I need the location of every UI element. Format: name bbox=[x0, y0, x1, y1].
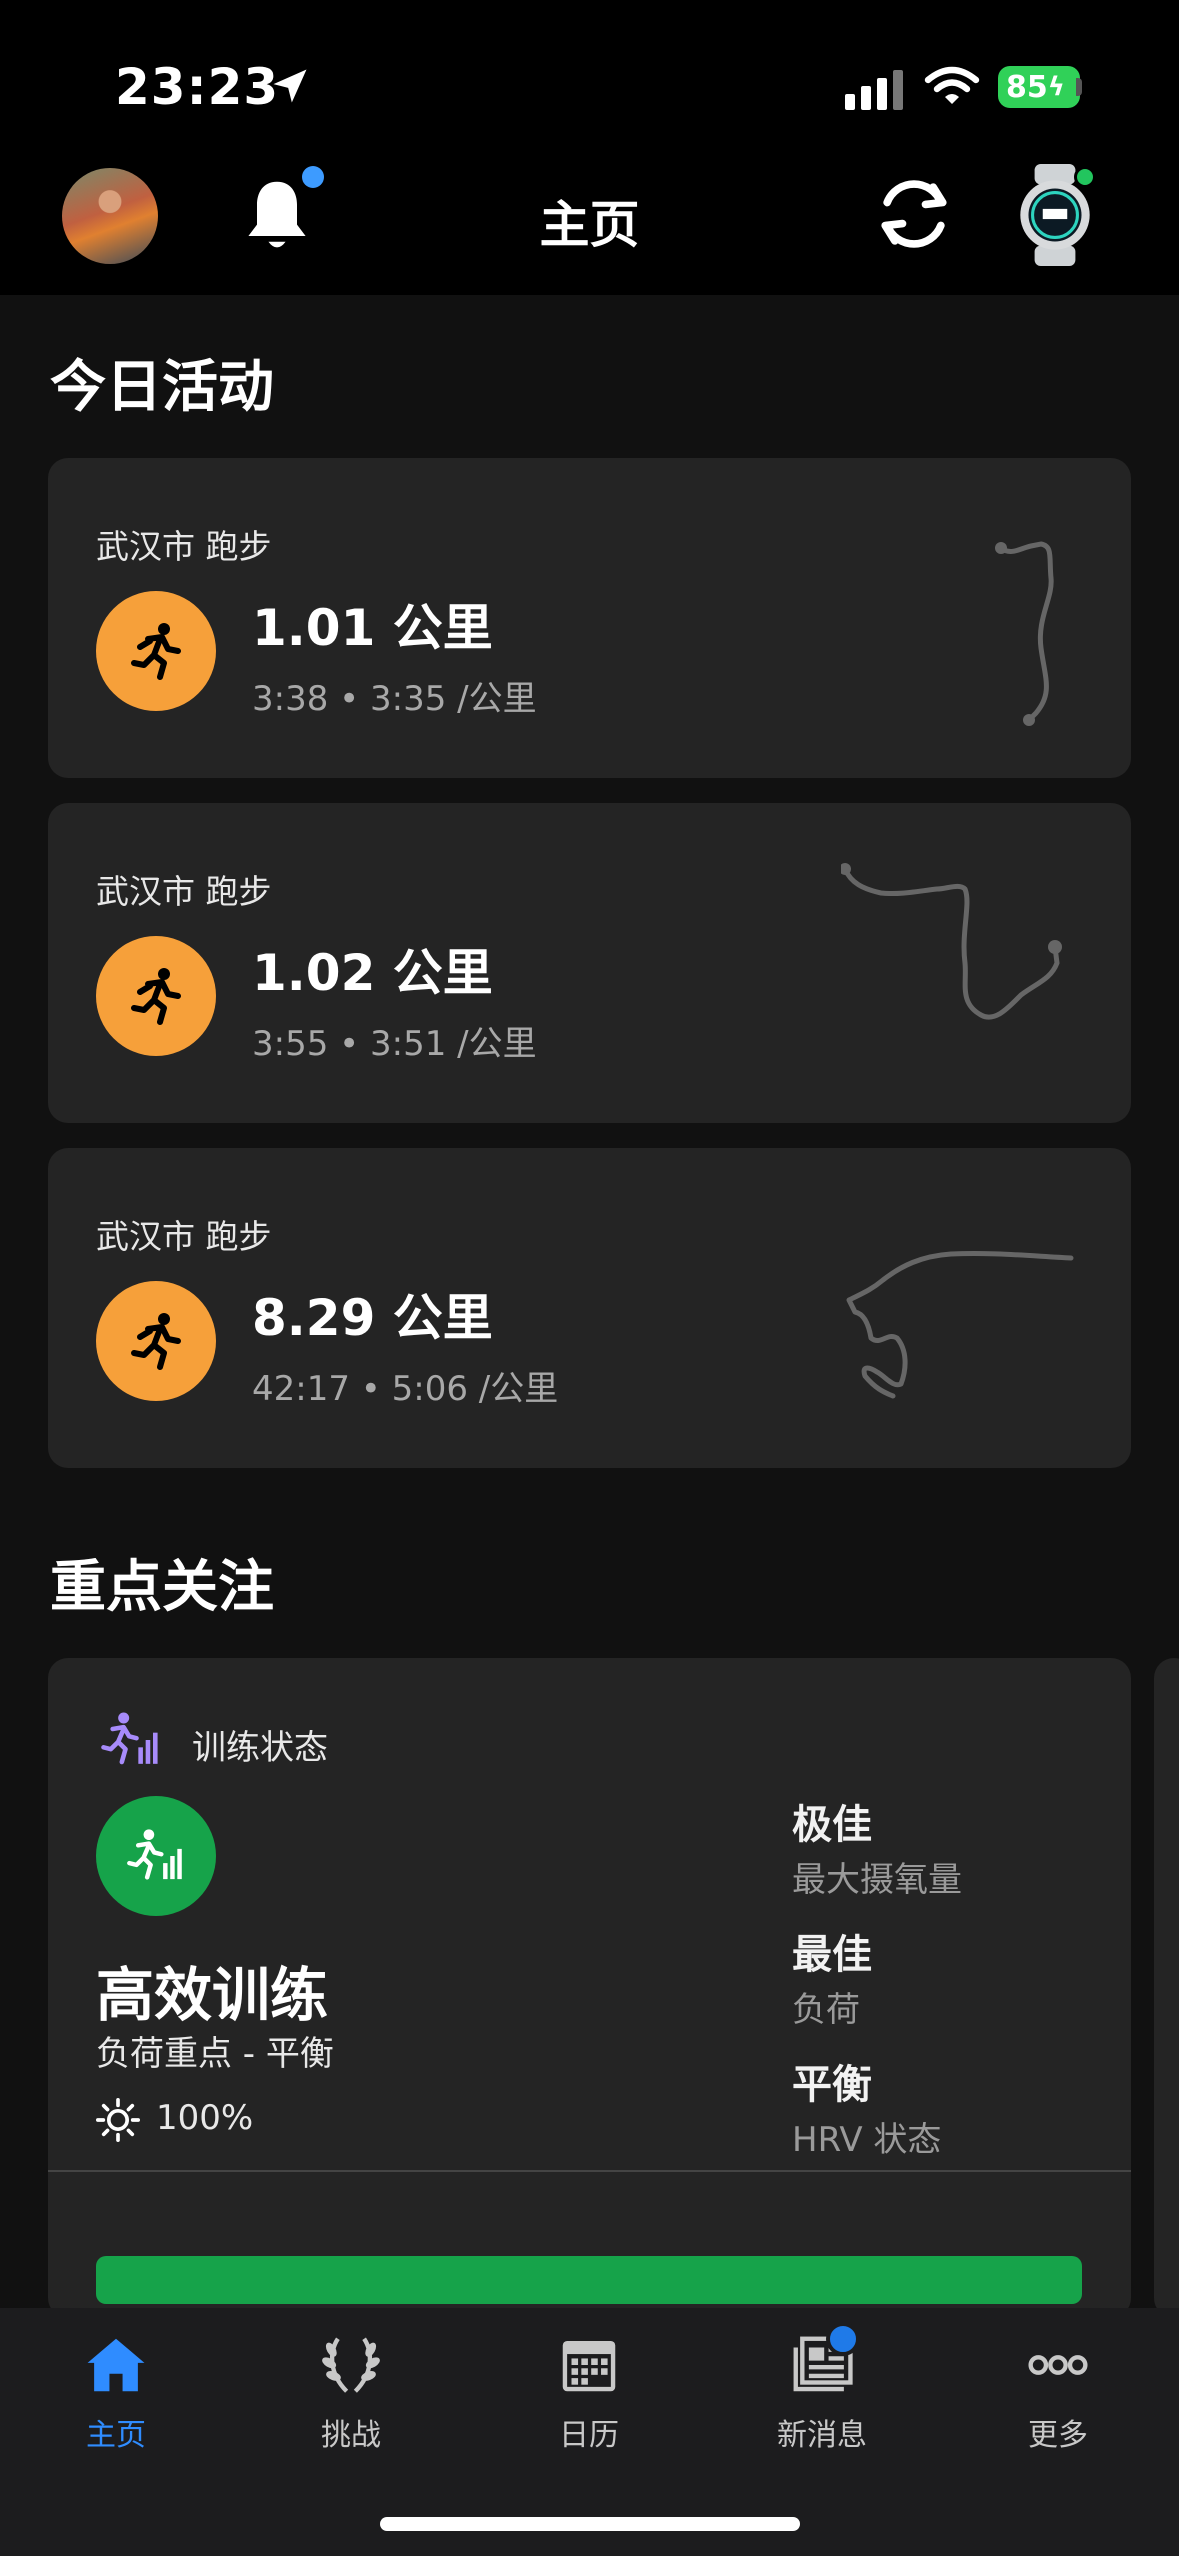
running-icon bbox=[96, 591, 216, 711]
activity-stats: 3:38 • 3:35 /公里 bbox=[252, 679, 537, 719]
card-divider bbox=[48, 2170, 1131, 2172]
next-card-peek[interactable] bbox=[1154, 1658, 1179, 2318]
training-status-icon bbox=[101, 1712, 158, 1765]
today-section-title: 今日活动 bbox=[50, 355, 274, 420]
activity-location: 武汉市 跑步 bbox=[96, 872, 272, 911]
activity-location: 武汉市 跑步 bbox=[96, 1217, 272, 1256]
metric-value: 平衡 bbox=[792, 2062, 872, 2108]
laurel-icon bbox=[322, 2337, 380, 2393]
sun-icon bbox=[96, 2098, 140, 2142]
tab-calendar[interactable]: 日历 bbox=[499, 2330, 679, 2454]
location-arrow-icon bbox=[273, 69, 307, 103]
metric-value: 极佳 bbox=[792, 1802, 872, 1848]
tab-label: 更多 bbox=[1028, 2418, 1088, 2453]
tab-challenges[interactable]: 挑战 bbox=[261, 2330, 441, 2454]
tab-label: 挑战 bbox=[321, 2418, 381, 2453]
tab-label: 日历 bbox=[559, 2418, 619, 2453]
home-icon bbox=[87, 2338, 145, 2392]
metric-label: 负荷 bbox=[792, 1990, 860, 2030]
route-map-thumbnail bbox=[846, 1250, 1074, 1399]
activity-card[interactable]: 武汉市 跑步 1.02 公里 3:55 • 3:51 /公里 bbox=[48, 803, 1131, 1123]
activity-stats: 3:55 • 3:51 /公里 bbox=[252, 1024, 537, 1064]
metric-hrv: 平衡 HRV 状态 bbox=[792, 2052, 941, 2161]
activity-distance: 1.02 公里 bbox=[252, 944, 493, 1002]
tab-more[interactable]: 更多 bbox=[968, 2330, 1148, 2454]
training-status-value: 高效训练 bbox=[96, 1961, 329, 2029]
training-status-card[interactable]: 训练状态 高效训练 负荷重点 - 平衡 100% 极佳 最大摄氧量 最佳 负荷 … bbox=[48, 1658, 1131, 2318]
metric-load: 最佳 负荷 bbox=[792, 1922, 872, 2031]
more-icon bbox=[1028, 2355, 1088, 2375]
training-status-label: 训练状态 bbox=[192, 1728, 328, 1768]
tab-home[interactable]: 主页 bbox=[26, 2330, 206, 2454]
activity-distance: 8.29 公里 bbox=[252, 1289, 493, 1347]
activity-distance: 1.01 公里 bbox=[252, 599, 493, 657]
metric-vo2max: 极佳 最大摄氧量 bbox=[792, 1792, 962, 1901]
page-title: 主页 bbox=[539, 196, 640, 254]
device-connected-badge bbox=[1074, 166, 1096, 188]
status-time: 23:23 bbox=[115, 58, 280, 116]
training-status-bar bbox=[96, 2256, 1082, 2304]
wifi-icon bbox=[924, 66, 980, 104]
battery-level: 85 bbox=[1006, 69, 1048, 105]
training-status-badge bbox=[96, 1796, 216, 1916]
running-icon bbox=[96, 1281, 216, 1401]
metric-label: 最大摄氧量 bbox=[792, 1860, 962, 1900]
acclimation-percent: 100% bbox=[156, 2098, 254, 2138]
tab-label: 主页 bbox=[86, 2418, 146, 2453]
activity-card[interactable]: 武汉市 跑步 1.01 公里 3:38 • 3:35 /公里 bbox=[48, 458, 1131, 778]
metric-value: 最佳 bbox=[792, 1932, 872, 1978]
news-badge bbox=[826, 2322, 860, 2356]
cellular-signal-icon bbox=[845, 70, 903, 110]
load-focus-text: 负荷重点 - 平衡 bbox=[96, 2034, 334, 2074]
tab-label: 新消息 bbox=[777, 2418, 867, 2453]
activity-card[interactable]: 武汉市 跑步 8.29 公里 42:17 • 5:06 /公里 bbox=[48, 1148, 1131, 1468]
route-map-thumbnail bbox=[841, 863, 1062, 1020]
route-map-thumbnail bbox=[995, 541, 1054, 726]
tab-news[interactable]: 新消息 bbox=[732, 2330, 912, 2454]
battery-indicator: 85 ϟ bbox=[998, 66, 1080, 108]
charging-bolt-icon: ϟ bbox=[1047, 72, 1065, 102]
activity-location: 武汉市 跑步 bbox=[96, 527, 272, 566]
focus-section-title: 重点关注 bbox=[50, 1555, 274, 1620]
metric-label: HRV 状态 bbox=[792, 2120, 942, 2160]
calendar-icon bbox=[562, 2340, 616, 2392]
activity-stats: 42:17 • 5:06 /公里 bbox=[252, 1369, 559, 1409]
home-indicator[interactable] bbox=[380, 2517, 800, 2531]
running-icon bbox=[96, 936, 216, 1056]
sync-icon[interactable] bbox=[868, 168, 960, 260]
battery-cap bbox=[1076, 78, 1082, 96]
